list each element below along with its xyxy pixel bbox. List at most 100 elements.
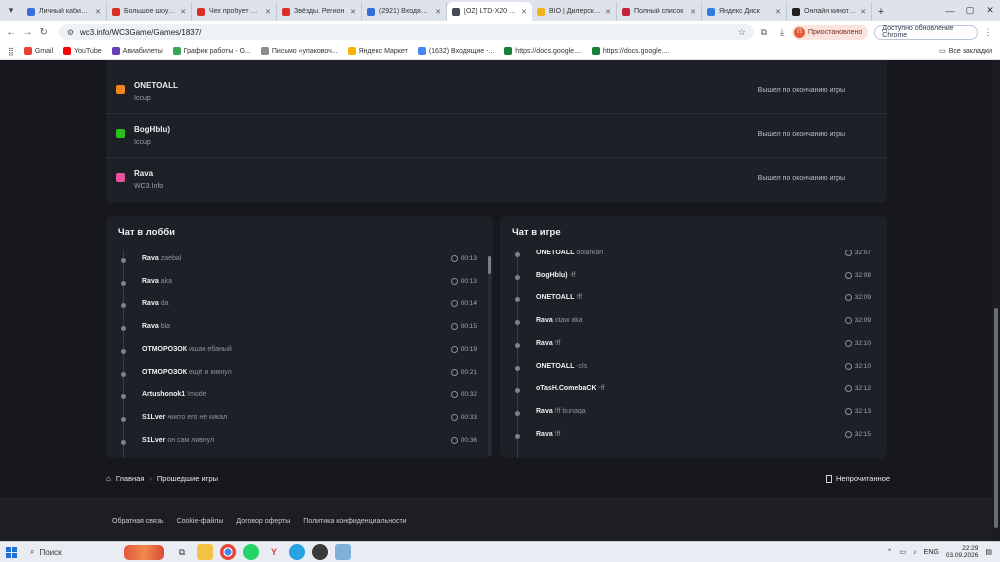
bookmark-star-icon[interactable]: ☆ bbox=[738, 27, 746, 38]
minimize-icon[interactable]: — bbox=[940, 0, 960, 21]
bookmark-item[interactable]: Письмо «упаковоч... bbox=[260, 47, 338, 55]
chrome-update-button[interactable]: Доступно обновление Chrome bbox=[874, 24, 978, 40]
footer-link[interactable]: Cookie-файлы bbox=[177, 518, 224, 525]
tab-close-icon[interactable]: ✕ bbox=[180, 8, 186, 16]
apps-grid-icon[interactable]: ⣿ bbox=[8, 47, 14, 56]
message-author[interactable]: ONETOALL bbox=[536, 363, 574, 370]
footer-link[interactable]: Обратная связь bbox=[112, 518, 164, 525]
tab-close-icon[interactable]: ✕ bbox=[435, 8, 441, 16]
footer-link[interactable]: Договор оферты bbox=[236, 518, 290, 525]
breadcrumb-home-link[interactable]: Главная bbox=[116, 474, 145, 483]
notifications-icon[interactable]: ▤ bbox=[985, 548, 992, 556]
tab-close-icon[interactable]: ✕ bbox=[605, 8, 611, 16]
bookmark-item[interactable]: Яндекс Маркет bbox=[347, 47, 408, 55]
maximize-icon[interactable]: ▢ bbox=[960, 0, 980, 21]
speaker-icon[interactable]: ♪ bbox=[913, 549, 917, 556]
back-icon[interactable]: ← bbox=[4, 24, 18, 40]
message-author[interactable]: Rava bbox=[142, 323, 159, 330]
telegram-icon[interactable] bbox=[289, 544, 305, 560]
chevron-up-icon[interactable]: ⌃ bbox=[887, 548, 893, 556]
chrome-icon[interactable] bbox=[220, 544, 236, 560]
message-author[interactable]: Rava bbox=[536, 317, 553, 324]
page-scroll-thumb[interactable] bbox=[994, 308, 998, 528]
message-author[interactable]: Rava bbox=[536, 431, 553, 438]
clock[interactable]: 22:29 03.09.2026 bbox=[946, 545, 979, 559]
player-name[interactable]: Rava bbox=[134, 169, 153, 178]
tab-close-icon[interactable]: ✕ bbox=[350, 8, 356, 16]
player-name[interactable]: BogHblu) bbox=[134, 125, 170, 134]
message-author[interactable]: ONETOALL bbox=[536, 294, 574, 301]
message-author[interactable]: ОТМОРОЗОК bbox=[142, 369, 187, 376]
message-author[interactable]: Rava bbox=[536, 340, 553, 347]
message-author[interactable]: Rava bbox=[142, 300, 159, 307]
bookmark-item[interactable]: Gmail bbox=[23, 47, 53, 55]
file-explorer-icon[interactable] bbox=[197, 544, 213, 560]
language-indicator[interactable]: ENG bbox=[924, 549, 939, 556]
browser-tab[interactable]: Звёзды. Регион ✕ bbox=[277, 2, 362, 21]
scroll-thumb[interactable] bbox=[488, 256, 491, 274]
browser-tab[interactable]: Большое шоу 16 ✕ bbox=[107, 2, 192, 21]
message-author[interactable]: Artushonok1 bbox=[142, 391, 185, 398]
browser-tab[interactable]: Онлайн кинотеа ✕ bbox=[787, 2, 872, 21]
taskbar-search[interactable]: ⌕ Поиск bbox=[22, 545, 122, 560]
message-author[interactable]: S1Lver bbox=[142, 414, 165, 421]
message-author[interactable]: Rava bbox=[142, 255, 159, 262]
lobby-chat-messages[interactable]: Rava zaebal 00:13 Rava aka 00:13 Rava da 00:1… bbox=[106, 250, 493, 458]
home-icon[interactable]: ⌂ bbox=[106, 474, 111, 483]
browser-tab[interactable]: (2921) Входящие ✕ bbox=[362, 2, 447, 21]
new-tab-button[interactable]: + bbox=[872, 2, 890, 21]
breadcrumb-current[interactable]: Прошедшие игры bbox=[157, 474, 218, 483]
close-icon[interactable]: ✕ bbox=[980, 0, 1000, 21]
tab-close-icon[interactable]: ✕ bbox=[265, 8, 271, 16]
page-scrollbar[interactable] bbox=[992, 60, 1000, 541]
bookmark-item[interactable]: (1632) Входящие -... bbox=[417, 47, 494, 55]
bookmark-item[interactable]: YouTube bbox=[63, 47, 102, 55]
browser-tab[interactable]: Чех пробует все ✕ bbox=[192, 2, 277, 21]
downloads-icon[interactable]: ⤓ bbox=[774, 24, 790, 40]
display-icon[interactable]: ▭ bbox=[900, 548, 907, 556]
browser-tab[interactable]: Яндекс Диск ✕ bbox=[702, 2, 787, 21]
tab-close-icon[interactable]: ✕ bbox=[95, 8, 101, 16]
site-info-icon[interactable]: ⚙ bbox=[67, 28, 74, 37]
tab-close-icon[interactable]: ✕ bbox=[860, 8, 866, 16]
address-bar[interactable]: ⚙ wc3.info/WC3Game/Games/1837/ ☆ bbox=[58, 24, 754, 40]
browser-tab[interactable]: BIO | Дилерский ✕ bbox=[532, 2, 617, 21]
message-author[interactable]: Rava bbox=[536, 408, 553, 415]
windows-start-button[interactable] bbox=[0, 542, 22, 562]
tab-close-icon[interactable]: ✕ bbox=[521, 8, 527, 16]
weather-widget[interactable] bbox=[124, 544, 164, 560]
tab-close-icon[interactable]: ✕ bbox=[775, 8, 781, 16]
forward-icon[interactable]: → bbox=[20, 24, 34, 40]
message-author[interactable]: ONETOALL bbox=[536, 250, 574, 256]
message-author[interactable]: Rava bbox=[142, 278, 159, 285]
browser-tab[interactable]: Личный кабинет ✕ bbox=[22, 2, 107, 21]
game-chat-messages[interactable]: ONETOALL bolarkan 32:07 BogHblu) -ff 32:08 O… bbox=[500, 250, 887, 458]
message-author[interactable]: oTasH.ComebaCK bbox=[536, 385, 597, 392]
bookmark-item[interactable]: https://docs.google.... bbox=[591, 47, 669, 55]
tab-close-icon[interactable]: ✕ bbox=[690, 8, 696, 16]
app-icon[interactable] bbox=[335, 544, 351, 560]
whatsapp-icon[interactable] bbox=[243, 544, 259, 560]
bookmark-item[interactable]: График работы - G... bbox=[172, 47, 251, 55]
tab-search-icon[interactable]: ▾ bbox=[0, 0, 22, 21]
message-author[interactable]: ОТМОРОЗОК bbox=[142, 346, 187, 353]
player-name[interactable]: ONETOALL bbox=[134, 81, 178, 90]
profile-paused-button[interactable]: П Приостановлено bbox=[791, 24, 869, 40]
bookmark-item[interactable]: https://docs.google.... bbox=[504, 47, 582, 55]
extensions-icon[interactable]: ⧉ bbox=[756, 24, 772, 40]
reload-icon[interactable]: ↻ bbox=[37, 24, 51, 40]
url-text[interactable]: wc3.info/WC3Game/Games/1837/ bbox=[80, 28, 732, 37]
task-view-icon[interactable]: ⧉ bbox=[174, 544, 190, 560]
browser-tab[interactable]: Полный список ✕ bbox=[617, 2, 702, 21]
browser-tab[interactable]: [OZ] LTD-X20 4.5 ✕ bbox=[447, 2, 532, 21]
footer-link[interactable]: Политика конфиденциальности bbox=[303, 518, 406, 525]
yandex-browser-icon[interactable]: Y bbox=[266, 544, 282, 560]
bookmark-item[interactable]: Авиабилеты bbox=[111, 47, 163, 55]
lobby-chat-scrollbar[interactable] bbox=[488, 256, 491, 456]
unread-link[interactable]: Непрочитанное bbox=[826, 474, 890, 483]
steam-icon[interactable] bbox=[312, 544, 328, 560]
message-author[interactable]: BogHblu) bbox=[536, 272, 568, 279]
all-bookmarks-button[interactable]: ▭ Все закладки bbox=[939, 47, 992, 56]
menu-icon[interactable]: ⋮ bbox=[980, 24, 996, 40]
message-author[interactable]: S1Lver bbox=[142, 437, 165, 444]
